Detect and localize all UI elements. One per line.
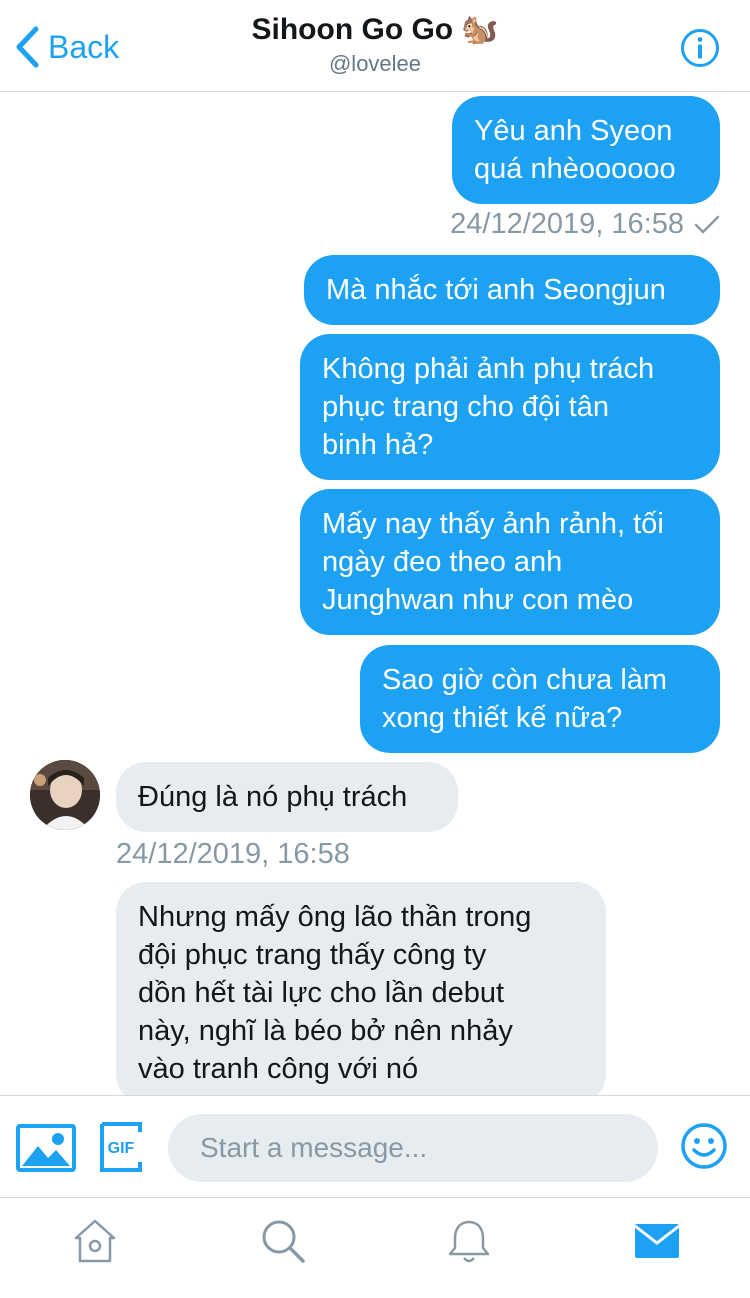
outgoing-message-bubble[interactable]: Mấy nay thấy ảnh rảnh, tối ngày đeo theo… bbox=[300, 489, 720, 635]
home-icon[interactable] bbox=[70, 1216, 120, 1266]
message-thread[interactable]: Yêu anh Syeon quá nhèoooooo 24/12/2019, … bbox=[0, 92, 750, 1095]
message-composer: GIF bbox=[0, 1095, 750, 1198]
smiley-icon[interactable] bbox=[680, 1122, 728, 1170]
bell-icon[interactable] bbox=[444, 1216, 494, 1266]
contact-avatar[interactable] bbox=[30, 760, 100, 830]
conversation-title: Sihoon Go Go 🐿️ bbox=[252, 12, 499, 47]
search-icon[interactable] bbox=[258, 1216, 308, 1266]
message-timestamp: 24/12/2019, 16:58 bbox=[116, 838, 350, 871]
sent-check-icon bbox=[694, 215, 720, 233]
outgoing-message-bubble[interactable]: Yêu anh Syeon quá nhèoooooo bbox=[452, 96, 720, 204]
dm-conversation-screen: Back Sihoon Go Go 🐿️ @lovelee Yêu anh Sy… bbox=[0, 0, 750, 1298]
outgoing-message-bubble[interactable]: Sao giờ còn chưa làm xong thiết kế nữa? bbox=[360, 645, 720, 753]
conversation-title-block[interactable]: Sihoon Go Go 🐿️ @lovelee bbox=[0, 12, 750, 77]
avatar-photo bbox=[30, 760, 100, 830]
gif-label: GIF bbox=[108, 1140, 135, 1157]
incoming-message-bubble[interactable]: Nhưng mấy ông lão thần trong đội phục tr… bbox=[116, 882, 606, 1095]
contact-handle: @lovelee bbox=[328, 51, 422, 76]
conversation-header: Back Sihoon Go Go 🐿️ @lovelee bbox=[0, 0, 750, 92]
squirrel-emoji: 🐿️ bbox=[461, 13, 499, 46]
mail-icon[interactable] bbox=[632, 1216, 682, 1266]
outgoing-message-bubble[interactable]: Không phải ảnh phụ trách phục trang cho … bbox=[300, 334, 720, 480]
gif-icon[interactable]: GIF bbox=[100, 1122, 142, 1172]
message-input[interactable] bbox=[168, 1114, 658, 1182]
image-icon[interactable] bbox=[16, 1124, 76, 1172]
incoming-message-bubble[interactable]: Đúng là nó phụ trách bbox=[116, 762, 458, 832]
timestamp-text: 24/12/2019, 16:58 bbox=[116, 838, 350, 870]
outgoing-message-bubble[interactable]: Mà nhắc tới anh Seongjun bbox=[304, 255, 720, 325]
timestamp-text: 24/12/2019, 16:58 bbox=[450, 208, 684, 240]
message-timestamp: 24/12/2019, 16:58 bbox=[450, 208, 720, 241]
info-icon[interactable] bbox=[680, 28, 720, 68]
contact-name: Sihoon Go Go bbox=[251, 12, 454, 46]
bottom-tab-bar bbox=[0, 1198, 750, 1298]
